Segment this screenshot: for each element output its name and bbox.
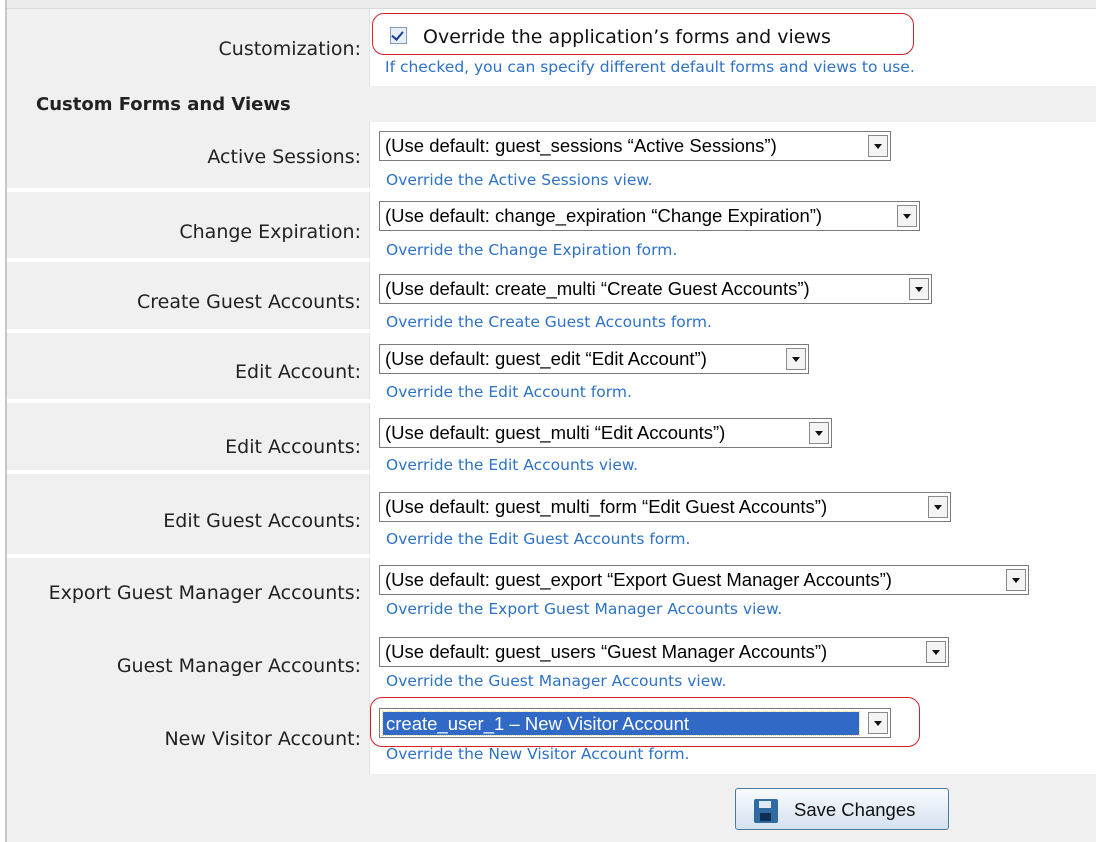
row-label: Active Sessions: xyxy=(207,146,361,168)
override-checkbox-label[interactable]: Override the application’s forms and vie… xyxy=(423,26,831,48)
section-title: Custom Forms and Views xyxy=(36,94,291,115)
edit-guest-accounts-select[interactable]: (Use default: guest_multi_form “Edit Gue… xyxy=(379,492,951,522)
create-guest-accounts-select[interactable]: (Use default: create_multi “Create Guest… xyxy=(379,274,932,304)
chevron-down-icon[interactable] xyxy=(928,496,948,518)
export-guest-manager-accounts-select[interactable]: (Use default: guest_export “Export Guest… xyxy=(379,565,1029,595)
active-sessions-select[interactable]: (Use default: guest_sessions “Active Ses… xyxy=(379,131,891,161)
row-label: Edit Accounts: xyxy=(225,436,361,458)
chevron-down-icon[interactable] xyxy=(897,205,917,227)
row-hint: Override the Edit Accounts view. xyxy=(386,456,639,474)
customization-hint: If checked, you can specify different de… xyxy=(385,58,915,76)
chevron-down-icon[interactable] xyxy=(868,135,888,157)
row-label: Edit Account: xyxy=(235,361,361,383)
row-hint: Override the Export Guest Manager Accoun… xyxy=(386,600,783,618)
top-border xyxy=(7,0,1096,9)
row-hint: Override the Create Guest Accounts form. xyxy=(386,313,712,331)
row-label: Create Guest Accounts: xyxy=(136,291,361,313)
row-hint: Override the Edit Guest Accounts form. xyxy=(386,530,691,548)
row-hint: Override the New Visitor Account form. xyxy=(386,745,690,763)
chevron-down-icon[interactable] xyxy=(809,422,829,444)
override-checkbox[interactable] xyxy=(390,27,407,44)
chevron-down-icon[interactable] xyxy=(909,278,929,300)
edit-account-select[interactable]: (Use default: guest_edit “Edit Account”) xyxy=(379,344,809,374)
edit-accounts-select[interactable]: (Use default: guest_multi “Edit Accounts… xyxy=(379,418,832,448)
row-label: Guest Manager Accounts: xyxy=(116,655,361,677)
change-expiration-select[interactable]: (Use default: change_expiration “Change … xyxy=(379,201,920,231)
chevron-down-icon[interactable] xyxy=(868,712,888,734)
row-label: New Visitor Account: xyxy=(164,728,361,750)
save-button[interactable]: Save Changes xyxy=(735,788,949,830)
row-hint: Override the Edit Account form. xyxy=(386,383,632,401)
row-hint: Override the Guest Manager Accounts view… xyxy=(386,672,727,690)
floppy-disk-icon xyxy=(754,799,778,823)
new-visitor-account-select[interactable]: create_user_1 – New Visitor Account xyxy=(379,708,891,738)
row-hint: Override the Change Expiration form. xyxy=(386,241,678,259)
chevron-down-icon[interactable] xyxy=(1006,569,1026,591)
chevron-down-icon[interactable] xyxy=(926,641,946,663)
customization-label: Customization: xyxy=(218,38,361,60)
row-label: Export Guest Manager Accounts: xyxy=(48,582,361,604)
row-hint: Override the Active Sessions view. xyxy=(386,171,653,189)
row-label: Edit Guest Accounts: xyxy=(163,510,361,532)
guest-manager-accounts-select[interactable]: (Use default: guest_users “Guest Manager… xyxy=(379,637,949,667)
row-label: Change Expiration: xyxy=(179,221,361,243)
chevron-down-icon[interactable] xyxy=(786,348,806,370)
